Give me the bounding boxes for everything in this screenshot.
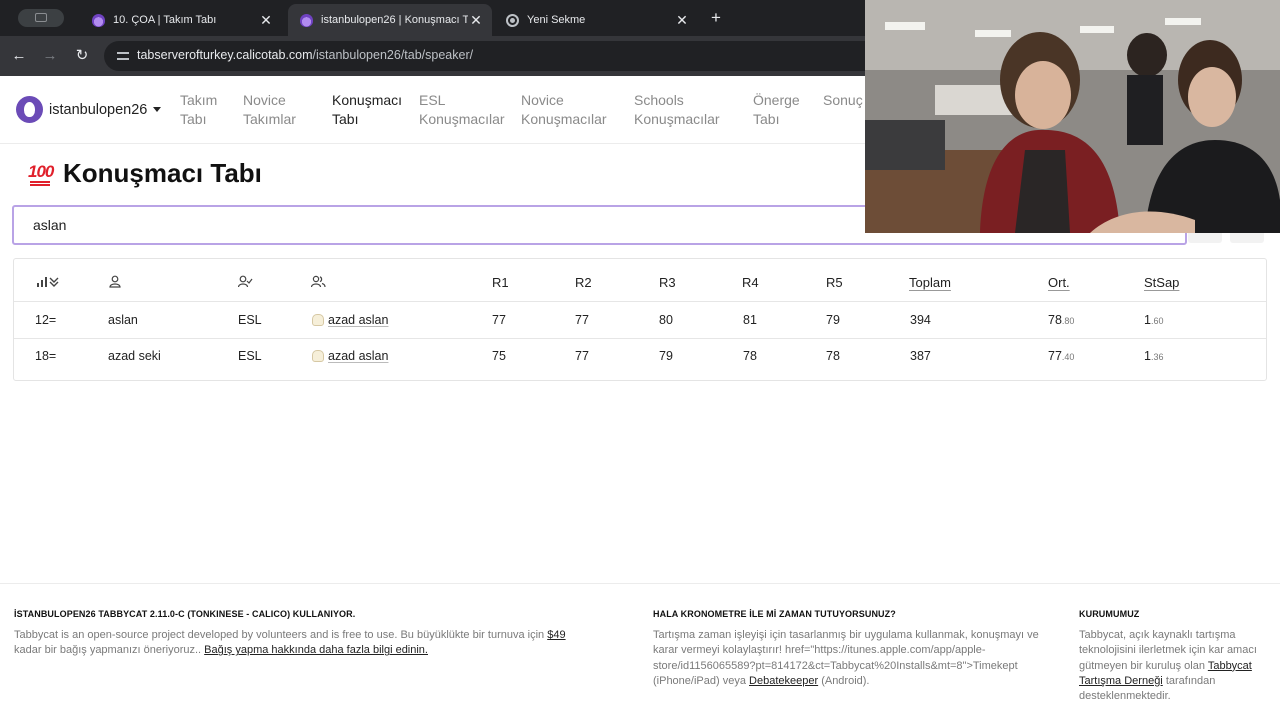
- nav-link-onerge-tabi[interactable]: Önerge Tabı: [753, 91, 800, 129]
- header-r1[interactable]: R1: [492, 275, 509, 290]
- cell-stdev: 1.60: [1144, 313, 1164, 327]
- cell-average: 77.40: [1048, 349, 1075, 363]
- page-title-text: Konuşmacı Tabı: [63, 158, 262, 188]
- category-header[interactable]: [237, 275, 253, 291]
- cell-r2: 77: [575, 313, 589, 327]
- close-icon[interactable]: ✕: [674, 12, 690, 28]
- donation-amount-link[interactable]: $49: [547, 629, 565, 641]
- header-r4[interactable]: R4: [742, 275, 759, 290]
- user-check-icon: [237, 275, 253, 288]
- cell-category: ESL: [238, 313, 262, 327]
- header-r5[interactable]: R5: [826, 275, 843, 290]
- users-icon: [310, 275, 326, 288]
- header-r3[interactable]: R3: [659, 275, 676, 290]
- webcam-video-overlay: [865, 0, 1280, 233]
- rank-sort-header[interactable]: [36, 276, 60, 291]
- browser-tab-title: Yeni Sekme: [527, 14, 586, 26]
- back-arrow-icon[interactable]: ←: [8, 45, 30, 67]
- cell-r5: 79: [826, 313, 840, 327]
- forward-arrow-icon[interactable]: →: [39, 45, 61, 67]
- caret-down-icon: [153, 107, 162, 112]
- cell-rank: 12=: [35, 313, 57, 327]
- footer-text-org: Tabbycat, açık kaynaklı tartışma teknolo…: [1079, 629, 1257, 703]
- rank-sort-icon: [37, 277, 59, 287]
- cell-r3: 79: [659, 349, 673, 363]
- cell-team[interactable]: azad aslan: [312, 349, 388, 363]
- tabbycat-icon: [300, 13, 313, 27]
- nav-link-takim-tabi[interactable]: Takım Tabı: [180, 91, 217, 129]
- tab-group-icon[interactable]: [18, 9, 64, 27]
- nav-link-novice-takimlar[interactable]: Novice Takımlar: [243, 91, 296, 129]
- nav-link-konusmaci-tabi[interactable]: Konuşmacı Tabı: [332, 91, 402, 129]
- cell-total: 387: [910, 349, 931, 363]
- page-title: 100 Konuşmacı Tabı: [28, 158, 262, 189]
- tooth-emoji-icon: [312, 350, 324, 362]
- cell-average: 78.80: [1048, 313, 1075, 327]
- donation-info-link[interactable]: Bağış yapma hakkında daha fazla bilgi ed…: [204, 644, 428, 656]
- url-text: tabserverofturkey.calicotab.com/istanbul…: [137, 48, 474, 62]
- cell-category: ESL: [238, 349, 262, 363]
- close-icon[interactable]: ✕: [258, 12, 274, 28]
- nav-link-schools-konusmacilar[interactable]: Schools Konuşmacılar: [634, 91, 720, 129]
- header-ortalama[interactable]: Ort.: [1048, 275, 1070, 290]
- footer-heading-timer: HALA KRONOMETRE İLE Mİ ZAMAN TUTUYORSUNU…: [653, 609, 896, 619]
- header-toplam[interactable]: Toplam: [909, 275, 951, 290]
- browser-tab-title: istanbulopen26 | Konuşmacı Tabı: [321, 14, 468, 26]
- debatekeeper-link[interactable]: Debatekeeper: [749, 675, 818, 687]
- name-header[interactable]: [109, 275, 121, 291]
- divider: [14, 301, 1266, 302]
- hundred-points-icon: 100: [28, 161, 54, 187]
- cell-rank: 18=: [35, 349, 57, 363]
- speaker-tab-table: R1 R2 R3 R4 R5 Toplam Ort. StSap 12= asl…: [13, 258, 1267, 381]
- browser-tab-konusmaci-tabi[interactable]: istanbulopen26 | Konuşmacı Tabı ✕: [288, 4, 492, 36]
- cell-r3: 80: [659, 313, 673, 327]
- footer-heading-tabbycat: İSTANBULOPEN26 TABBYCAT 2.11.0-C (TONKIN…: [14, 609, 356, 619]
- cell-speaker-name: aslan: [108, 313, 138, 327]
- close-icon[interactable]: ✕: [468, 12, 484, 28]
- site-settings-icon[interactable]: [116, 49, 130, 63]
- cell-total: 394: [910, 313, 931, 327]
- cell-team[interactable]: azad aslan: [312, 313, 388, 327]
- new-tab-icon[interactable]: +: [706, 8, 726, 28]
- reload-icon[interactable]: ↻: [71, 45, 93, 67]
- footer-heading-org: KURUMUMUZ: [1079, 609, 1140, 619]
- footer-text-timer: Tartışma zaman işleyişi için tasarlanmış…: [653, 629, 1039, 687]
- tabbycat-logo-icon: [16, 96, 43, 123]
- cell-r4: 78: [743, 349, 757, 363]
- webcam-video-frame: [865, 0, 1280, 233]
- header-r2[interactable]: R2: [575, 275, 592, 290]
- brand-name: istanbulopen26: [49, 101, 148, 118]
- browser-tab-title: 10. ÇOA | Takım Tabı: [113, 14, 217, 26]
- cell-stdev: 1.36: [1144, 349, 1164, 363]
- browser-tab-yeni-sekme[interactable]: Yeni Sekme ✕: [494, 4, 698, 36]
- divider: [14, 338, 1266, 339]
- cell-r2: 77: [575, 349, 589, 363]
- footer: İSTANBULOPEN26 TABBYCAT 2.11.0-C (TONKIN…: [0, 583, 1280, 720]
- tooth-emoji-icon: [312, 314, 324, 326]
- nav-link-sonuc[interactable]: Sonuç: [823, 91, 863, 110]
- tournament-menu[interactable]: istanbulopen26: [16, 96, 162, 123]
- nav-link-esl-konusmacilar[interactable]: ESL Konuşmacılar: [419, 91, 505, 129]
- cell-speaker-name: azad seki: [108, 349, 161, 363]
- chrome-icon: [506, 13, 519, 27]
- cell-r1: 75: [492, 349, 506, 363]
- footer-text-tabbycat: Tabbycat is an open-source project devel…: [14, 629, 566, 657]
- cell-r5: 78: [826, 349, 840, 363]
- team-header[interactable]: [310, 275, 326, 291]
- cell-r4: 81: [743, 313, 757, 327]
- tabbycat-icon: [92, 13, 105, 27]
- header-stsap[interactable]: StSap: [1144, 275, 1179, 290]
- browser-tab-takim-tabi[interactable]: 10. ÇOA | Takım Tabı ✕: [80, 4, 282, 36]
- user-icon: [109, 275, 121, 288]
- cell-r1: 77: [492, 313, 506, 327]
- nav-link-novice-konusmacilar[interactable]: Novice Konuşmacılar: [521, 91, 607, 129]
